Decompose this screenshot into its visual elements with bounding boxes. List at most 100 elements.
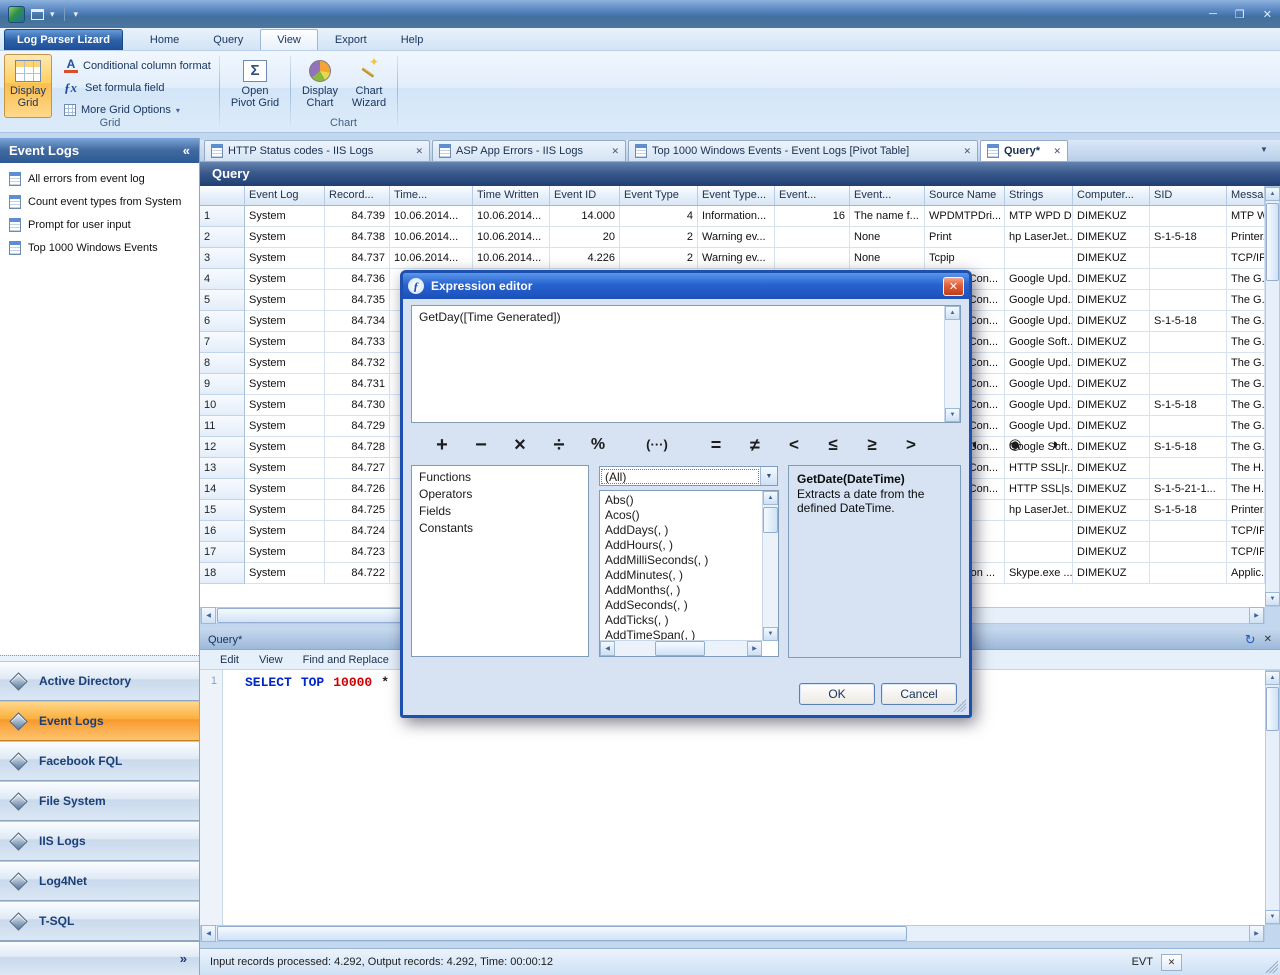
close-panel-icon[interactable]: ✕ (1264, 634, 1272, 645)
grid-cell[interactable]: System (245, 227, 325, 248)
function-item[interactable]: AddMilliSeconds(, ) (600, 553, 762, 568)
grid-cell[interactable]: S-1-5-21-1... (1150, 479, 1227, 500)
grid-cell[interactable]: hp LaserJet... (1005, 227, 1073, 248)
grid-cell[interactable]: Google Upd... (1005, 290, 1073, 311)
grid-column-header[interactable]: Event Log (245, 186, 325, 206)
function-item[interactable]: AddHours(, ) (600, 538, 762, 553)
grid-cell[interactable]: DIMEKUZ (1073, 479, 1150, 500)
grid-cell[interactable]: Google Upd... (1005, 353, 1073, 374)
grid-cell[interactable]: 4.226 (550, 248, 620, 269)
grid-cell[interactable]: S-1-5-18 (1150, 437, 1227, 458)
scroll-left-icon[interactable]: ◀ (600, 641, 615, 656)
editor-vertical-scrollbar[interactable]: ▲ ▼ (1265, 670, 1280, 925)
function-item[interactable]: AddTicks(, ) (600, 613, 762, 628)
qat-customize-icon[interactable]: ▾ (74, 10, 79, 19)
grid-cell[interactable]: DIMEKUZ (1073, 521, 1150, 542)
grid-cell[interactable] (1150, 542, 1227, 563)
grid-cell[interactable]: DIMEKUZ (1073, 500, 1150, 521)
grid-cell[interactable] (1150, 353, 1227, 374)
grid-cell[interactable] (1005, 521, 1073, 542)
grid-cell[interactable] (1150, 521, 1227, 542)
display-chart-button[interactable]: Display Chart (296, 54, 344, 118)
close-tab-icon[interactable]: ✕ (611, 146, 619, 157)
grid-cell[interactable]: The G... (1227, 353, 1265, 374)
scroll-down-icon[interactable]: ▼ (763, 627, 778, 641)
grid-cell[interactable]: The G... (1227, 374, 1265, 395)
grid-cell[interactable]: DIMEKUZ (1073, 290, 1150, 311)
query-editor-tab-label[interactable]: Query* (208, 634, 242, 646)
scrollbar-thumb[interactable] (1266, 203, 1279, 281)
grid-cell[interactable]: 14.000 (550, 206, 620, 227)
category-item[interactable]: Functions (412, 469, 588, 486)
scrollbar-thumb[interactable] (217, 926, 907, 941)
row-number[interactable]: 14 (200, 479, 245, 500)
function-list[interactable]: Abs()Acos()AddDays(, )AddHours(, )AddMil… (600, 491, 762, 640)
grid-cell[interactable]: MTP W... (1227, 206, 1265, 227)
grid-cell[interactable]: 84.728 (325, 437, 390, 458)
scroll-up-icon[interactable]: ▲ (1265, 671, 1280, 685)
grid-cell[interactable]: The G... (1227, 395, 1265, 416)
grid-cell[interactable]: 84.733 (325, 332, 390, 353)
scrollbar-thumb[interactable] (763, 507, 778, 533)
grid-cell[interactable]: System (245, 458, 325, 479)
grid-cell[interactable]: System (245, 500, 325, 521)
grid-cell[interactable]: DIMEKUZ (1073, 206, 1150, 227)
grid-cell[interactable]: S-1-5-18 (1150, 500, 1227, 521)
expression-scrollbar[interactable]: ▲ ▼ (944, 306, 960, 422)
expand-icon[interactable]: » (180, 951, 187, 966)
grid-cell[interactable]: The G... (1227, 437, 1265, 458)
grid-vertical-scrollbar[interactable]: ▲ ▼ (1265, 186, 1280, 607)
grid-cell[interactable]: 84.732 (325, 353, 390, 374)
grid-cell[interactable]: Warning ev... (698, 227, 775, 248)
row-number[interactable]: 9 (200, 374, 245, 395)
menu-view[interactable]: View (249, 654, 293, 666)
grid-cell[interactable] (1150, 563, 1227, 584)
grid-cell[interactable] (1150, 416, 1227, 437)
function-item[interactable]: AddDays(, ) (600, 523, 762, 538)
grid-cell[interactable] (775, 248, 850, 269)
function-item[interactable]: Acos() (600, 508, 762, 523)
grid-cell[interactable]: Printer... (1227, 227, 1265, 248)
scroll-down-icon[interactable]: ▼ (1265, 592, 1280, 606)
close-tab-icon[interactable]: ✕ (963, 146, 971, 157)
open-pivot-grid-button[interactable]: Σ Open Pivot Grid (227, 54, 283, 118)
operator-button[interactable]: ◑ (1041, 432, 1067, 458)
row-number[interactable]: 13 (200, 458, 245, 479)
grid-column-header[interactable]: Event Type (620, 186, 698, 206)
scroll-down-icon[interactable]: ▼ (945, 408, 960, 422)
grid-cell[interactable]: Google Upd... (1005, 269, 1073, 290)
operator-button[interactable]: − (468, 432, 494, 458)
grid-column-header[interactable] (200, 186, 245, 206)
operator-button[interactable]: ◐ (963, 432, 989, 458)
operator-button[interactable]: > (898, 432, 924, 458)
document-tab[interactable]: HTTP Status codes - IIS Logs✕ (204, 140, 430, 161)
scrollbar-thumb[interactable] (1266, 687, 1279, 731)
grid-cell[interactable]: System (245, 269, 325, 290)
grid-cell[interactable]: Google Soft... (1005, 332, 1073, 353)
grid-cell[interactable]: System (245, 353, 325, 374)
set-formula-field-button[interactable]: ƒx Set formula field (60, 78, 168, 98)
grid-cell[interactable]: System (245, 563, 325, 584)
row-number[interactable]: 18 (200, 563, 245, 584)
menu-edit[interactable]: Edit (210, 654, 249, 666)
grid-cell[interactable]: The G... (1227, 332, 1265, 353)
row-number[interactable]: 2 (200, 227, 245, 248)
close-button[interactable]: ✕ (1263, 8, 1272, 21)
grid-cell[interactable]: System (245, 395, 325, 416)
ribbon-tab-export[interactable]: Export (318, 29, 384, 50)
operator-button[interactable]: < (781, 432, 807, 458)
chevron-down-icon[interactable]: ▾ (50, 10, 55, 19)
grid-cell[interactable] (1150, 458, 1227, 479)
row-number[interactable]: 12 (200, 437, 245, 458)
grid-cell[interactable]: Google Upd... (1005, 395, 1073, 416)
grid-cell[interactable]: DIMEKUZ (1073, 374, 1150, 395)
row-number[interactable]: 1 (200, 206, 245, 227)
operator-button[interactable]: = (703, 432, 729, 458)
grid-cell[interactable]: S-1-5-18 (1150, 311, 1227, 332)
grid-cell[interactable]: DIMEKUZ (1073, 416, 1150, 437)
grid-cell[interactable]: 84.739 (325, 206, 390, 227)
grid-cell[interactable]: 84.729 (325, 416, 390, 437)
grid-cell[interactable]: TCP/IP... (1227, 542, 1265, 563)
chart-wizard-button[interactable]: Chart Wizard (345, 54, 393, 118)
row-number[interactable]: 7 (200, 332, 245, 353)
